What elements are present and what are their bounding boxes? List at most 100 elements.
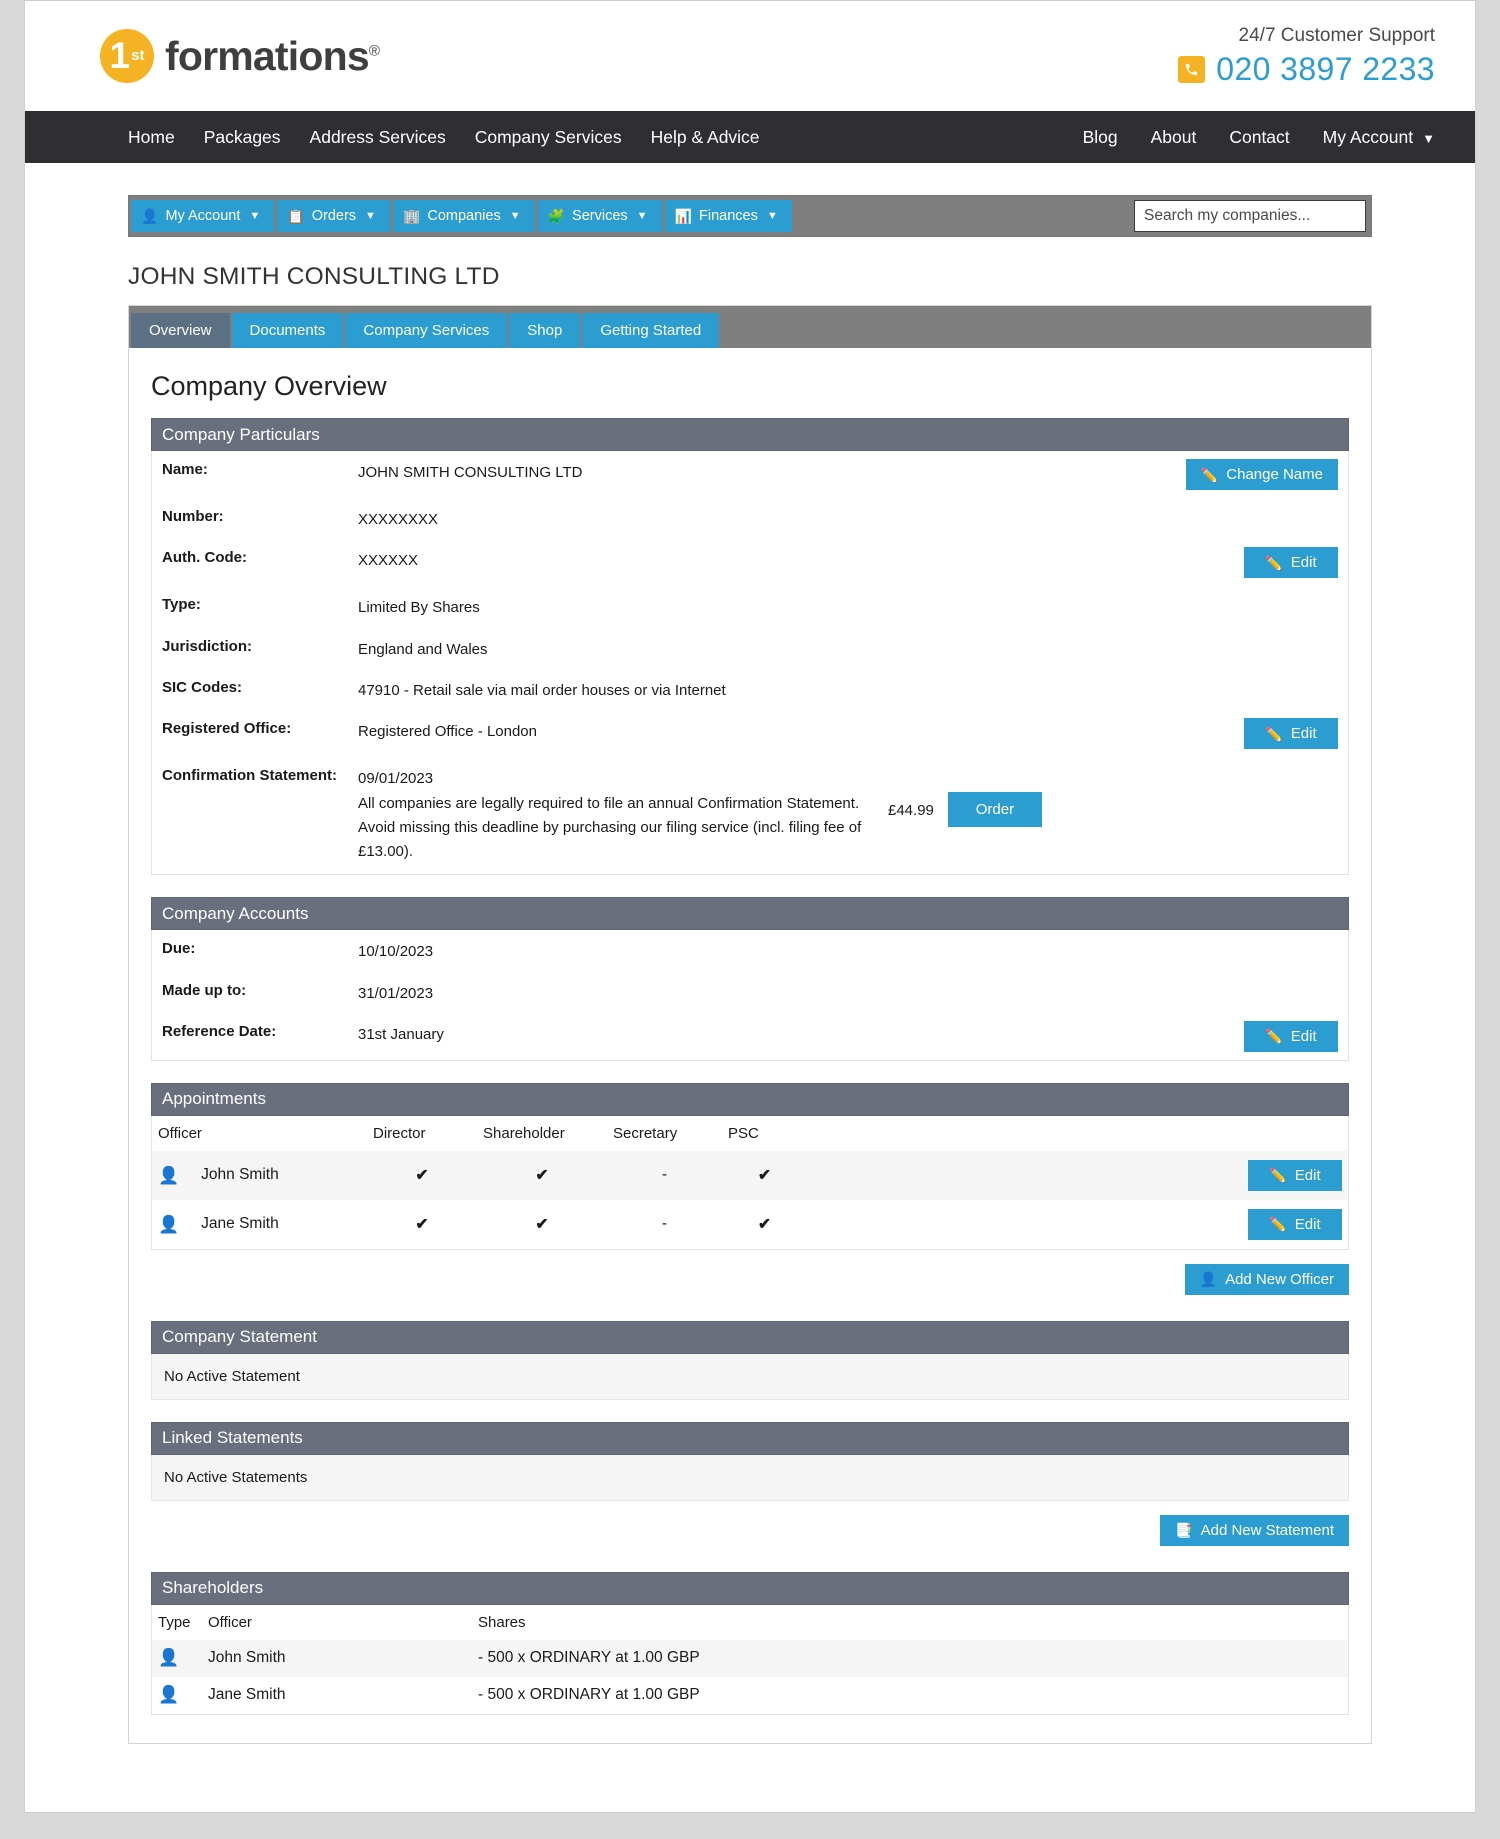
cell-officer: Jane Smith — [208, 1686, 286, 1704]
nav-item-home[interactable]: Home — [128, 127, 175, 148]
value-number: XXXXXXXX — [358, 511, 439, 528]
tab-company-services[interactable]: Company Services — [345, 313, 508, 348]
value-name: JOHN SMITH CONSULTING LTD — [358, 464, 583, 481]
label-sic-codes: SIC Codes: — [162, 678, 243, 696]
shareholders-table: Type Officer Shares 👤 John Smith - 500 x… — [152, 1604, 1348, 1714]
label-number: Number: — [162, 508, 224, 525]
company-statement-empty: No Active Statement — [151, 1353, 1349, 1400]
toolbar-label-finances: Finances — [698, 208, 758, 224]
nav-item-blog[interactable]: Blog — [1083, 127, 1118, 148]
tab-documents[interactable]: Documents — [231, 313, 344, 348]
col-officer: Officer — [152, 1115, 367, 1151]
chevron-down-icon: ▼ — [1422, 130, 1435, 146]
col-shareholder: Shareholder — [477, 1115, 607, 1151]
nav-item-help-advice[interactable]: Help & Advice — [651, 127, 760, 148]
order-confirmation-statement-button[interactable]: Order — [947, 792, 1042, 828]
edit-auth-code-button[interactable]: ✏️ Edit — [1244, 547, 1338, 579]
officer-name: Jane Smith — [201, 1215, 279, 1233]
label-accounts-made-up-to: Made up to: — [162, 981, 247, 999]
row-name: Name: JOHN SMITH CONSULTING LTD ✏️ Chang… — [152, 451, 1348, 498]
pencil-icon: ✏️ — [1269, 1167, 1287, 1184]
page-content: 👤 My Account ▼ 📋 Orders ▼ 🏢 Companies ▼ … — [25, 195, 1475, 1784]
support-phone-number[interactable]: 020 3897 2233 — [1216, 51, 1435, 88]
user-icon: 👤 — [141, 208, 159, 224]
person-icon: 👤 — [158, 1684, 180, 1704]
add-new-officer-button[interactable]: 👤 Add New Officer — [1184, 1263, 1349, 1295]
caret-down-icon: ▼ — [766, 210, 778, 222]
toolbar-label-orders: Orders — [311, 208, 357, 224]
appointments-actions: 👤 Add New Officer — [151, 1250, 1349, 1299]
site-header: 1st formations® 24/7 Customer Support 02… — [25, 1, 1475, 111]
main-nav-left: Home Packages Address Services Company S… — [128, 127, 789, 148]
col-shares: Shares — [472, 1604, 1348, 1640]
shareholders-body: Type Officer Shares 👤 John Smith - 500 x… — [151, 1604, 1349, 1715]
chart-icon: 📊 — [674, 208, 692, 224]
cell-secretary: - — [607, 1150, 722, 1200]
caret-down-icon: ▼ — [249, 210, 261, 222]
row-accounts-reference-date: Reference Date: 31st January ✏️ Edit — [152, 1013, 1348, 1060]
main-nav-right: Blog About Contact My Account ▼ — [1050, 127, 1435, 148]
label-accounts-due: Due: — [162, 940, 196, 958]
tab-shop[interactable]: Shop — [509, 313, 581, 348]
cell-type: 👤 — [152, 1677, 202, 1714]
pencil-icon: ✏️ — [1265, 554, 1283, 571]
logo-badge-number: 1 — [109, 35, 131, 76]
label-name: Name: — [162, 461, 208, 478]
edit-officer-button[interactable]: ✏️ Edit — [1248, 1159, 1342, 1191]
nav-item-my-account[interactable]: My Account ▼ — [1323, 127, 1435, 148]
section-company-particulars: Company Particulars Name: JOHN SMITH CON… — [151, 418, 1349, 876]
cell-shares: - 500 x ORDINARY at 1.00 GBP — [472, 1639, 1348, 1677]
toolbar-button-companies[interactable]: 🏢 Companies ▼ — [392, 200, 535, 232]
edit-registered-office-button[interactable]: ✏️ Edit — [1244, 718, 1338, 749]
edit-registered-office-label: Edit — [1290, 725, 1317, 742]
edit-accounts-button[interactable]: ✏️ Edit — [1244, 1020, 1338, 1052]
building-icon: 🏢 — [402, 208, 421, 224]
appointments-header-row: Officer Director Shareholder Secretary P… — [152, 1115, 1348, 1151]
section-shareholders: Shareholders Type Officer Shares 👤 John … — [151, 1571, 1349, 1715]
support-label: 24/7 Customer Support — [1238, 24, 1435, 46]
value-auth-code: XXXXXX — [358, 552, 419, 570]
puzzle-icon: 🧩 — [547, 208, 566, 224]
cell-type: 👤 — [152, 1639, 202, 1677]
add-document-icon: 📑 — [1175, 1522, 1193, 1539]
caret-down-icon: ▼ — [365, 210, 376, 222]
linked-statements-header: Linked Statements — [151, 1421, 1349, 1455]
section-company-accounts: Company Accounts Due: 10/10/2023 Made up… — [151, 897, 1349, 1061]
change-name-button[interactable]: ✏️ Change Name — [1185, 459, 1338, 490]
tab-getting-started[interactable]: Getting Started — [582, 313, 720, 348]
logo-wordmark: formations® — [165, 33, 380, 80]
nav-item-contact[interactable]: Contact — [1229, 127, 1289, 148]
confirmation-statement-note: All companies are legally required to fi… — [358, 795, 862, 861]
table-row: 👤 John Smith - 500 x ORDINARY at 1.00 GB… — [152, 1639, 1348, 1677]
nav-item-company-services[interactable]: Company Services — [475, 127, 622, 148]
toolbar-label-companies: Companies — [427, 208, 501, 224]
tab-overview[interactable]: Overview — [131, 313, 230, 348]
cell-secretary: - — [661, 1215, 668, 1233]
add-new-officer-label: Add New Officer — [1225, 1270, 1334, 1288]
nav-item-about[interactable]: About — [1151, 127, 1197, 148]
pencil-icon: ✏️ — [1200, 466, 1219, 483]
cell-psc: ✔ — [722, 1150, 807, 1200]
shareholders-header-row: Type Officer Shares — [152, 1604, 1348, 1640]
toolbar-button-finances[interactable]: 📊 Finances ▼ — [664, 200, 792, 232]
search-input[interactable]: Search my companies... — [1134, 200, 1366, 232]
person-icon: 👤 — [158, 1214, 180, 1234]
col-type: Type — [152, 1604, 202, 1640]
nav-item-address-services[interactable]: Address Services — [310, 127, 446, 148]
add-new-statement-button[interactable]: 📑 Add New Statement — [1160, 1514, 1349, 1546]
cell-director: ✔ — [367, 1150, 477, 1200]
toolbar-button-my-account[interactable]: 👤 My Account ▼ — [131, 200, 275, 232]
edit-officer-button[interactable]: ✏️ Edit — [1248, 1208, 1342, 1240]
company-tabs: Overview Documents Company Services Shop… — [129, 306, 1371, 348]
confirmation-statement-note-row: All companies are legally required to fi… — [152, 792, 1348, 874]
toolbar-button-services[interactable]: 🧩 Services ▼ — [537, 200, 662, 232]
table-row: 👤 John Smith ✔ ✔ - ✔ ✏️ Edit — [152, 1150, 1348, 1200]
nav-item-packages[interactable]: Packages — [204, 127, 281, 148]
site-logo[interactable]: 1st formations® — [100, 29, 380, 83]
phone-icon — [1178, 55, 1206, 83]
row-auth-code: Auth. Code: XXXXXX ✏️ Edit — [152, 539, 1348, 586]
section-appointments: Appointments Officer Director Shareholde… — [151, 1082, 1349, 1299]
label-auth-code: Auth. Code: — [162, 549, 247, 567]
toolbar-button-orders[interactable]: 📋 Orders ▼ — [277, 200, 390, 232]
row-accounts-made-up-to: Made up to: 31/01/2023 — [152, 972, 1348, 1013]
